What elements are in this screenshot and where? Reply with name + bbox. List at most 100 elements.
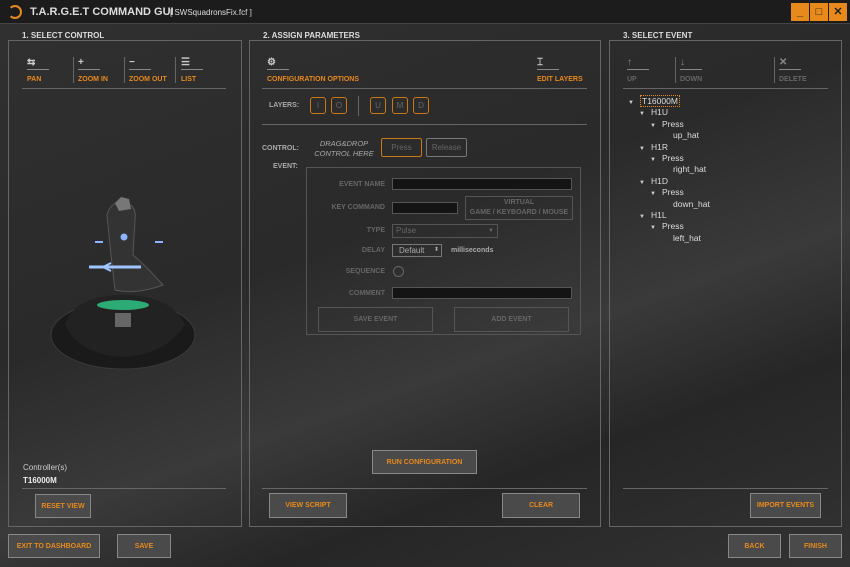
release-button[interactable]: Release	[426, 138, 467, 157]
zoom-out-label: ZOOM OUT	[129, 76, 167, 83]
tree-label: Press	[662, 221, 684, 232]
tree-node-hat[interactable]: ▼ H1D	[628, 176, 710, 187]
layer-d-button[interactable]: D	[413, 97, 429, 114]
layers-label: LAYERS:	[269, 102, 300, 109]
tree-label: H1L	[651, 209, 667, 220]
divider	[262, 124, 587, 125]
event-tree[interactable]: ▼ T16000M ▼ H1U ▼ Press up_hat ▼ H1R ▼ Press …	[628, 95, 710, 244]
edit-layers-icon: ⌶	[537, 57, 559, 70]
view-script-button[interactable]: VIEW SCRIPT	[269, 493, 347, 518]
tree-label: H1R	[651, 141, 669, 152]
chevron-down-icon: ▼	[488, 228, 494, 234]
virtual-input-button[interactable]: VIRTUAL GAME / KEYBOARD / MOUSE	[465, 196, 573, 220]
tree-label: H1D	[651, 175, 669, 186]
tree-node-key[interactable]: down_hat	[628, 199, 710, 210]
divider	[623, 488, 828, 489]
drag-drop-text: CONTROL HERE	[314, 149, 374, 158]
tree-node-hat[interactable]: ▼ H1R	[628, 142, 710, 153]
down-button[interactable]: ↓ DOWN	[680, 57, 702, 83]
minimize-button[interactable]: _	[791, 3, 809, 21]
event-label: EVENT:	[273, 163, 298, 170]
configuration-options-button[interactable]: ⚙ CONFIGURATION OPTIONS	[267, 57, 359, 83]
save-event-button[interactable]: SAVE EVENT	[318, 307, 433, 332]
key-command-label: KEY COMMAND	[331, 204, 385, 211]
layer-o-button[interactable]: O	[331, 97, 347, 114]
maximize-button[interactable]: □	[810, 3, 828, 21]
comment-input[interactable]	[392, 287, 572, 299]
comment-label: COMMENT	[348, 290, 385, 297]
key-command-input[interactable]	[392, 202, 458, 214]
arrow-up-icon: ↑	[627, 57, 649, 70]
controller-name: T16000M	[23, 476, 57, 485]
add-event-button[interactable]: ADD EVENT	[454, 307, 569, 332]
select-event-heading: 3. SELECT EVENT	[623, 31, 693, 40]
expand-icon[interactable]: ▼	[650, 223, 662, 234]
configuration-options-label: CONFIGURATION OPTIONS	[267, 76, 360, 83]
press-button[interactable]: Press	[381, 138, 422, 157]
event-name-label: EVENT NAME	[339, 181, 385, 188]
tree-node-key[interactable]: left_hat	[628, 233, 710, 244]
delay-value: Default	[399, 246, 425, 255]
divider	[774, 57, 775, 83]
import-events-button[interactable]: IMPORT EVENTS	[750, 493, 821, 518]
tree-label: up_hat	[673, 130, 699, 141]
divider	[623, 88, 828, 89]
edit-layers-button[interactable]: ⌶ EDIT LAYERS	[537, 57, 583, 83]
delay-spinner[interactable]: Default ⬍	[392, 244, 442, 257]
app-title: T.A.R.G.E.T COMMAND GUI	[30, 6, 174, 18]
drag-drop-target[interactable]: DRAG&DROP CONTROL HERE	[310, 139, 378, 159]
tree-node-hat[interactable]: ▼ H1U	[628, 107, 710, 118]
save-button[interactable]: SAVE	[117, 534, 171, 558]
tree-label: H1U	[651, 107, 669, 118]
tree-node-root[interactable]: ▼ T16000M	[628, 95, 710, 107]
tree-label: Press	[662, 118, 684, 129]
pan-button[interactable]: ⇆ PAN	[27, 57, 49, 83]
divider	[175, 57, 176, 83]
layer-i-button[interactable]: I	[310, 97, 326, 114]
select-control-heading: 1. SELECT CONTROL	[22, 31, 105, 40]
divider	[22, 88, 226, 89]
arrow-down-icon: ↓	[680, 57, 702, 70]
close-button[interactable]: ✕	[829, 3, 847, 21]
pan-icon: ⇆	[27, 57, 49, 70]
expand-icon[interactable]: ▼	[650, 189, 662, 200]
sequence-label: SEQUENCE	[345, 268, 385, 275]
divider	[124, 57, 125, 83]
delete-label: DELETE	[779, 76, 807, 83]
spinner-arrows-icon[interactable]: ⬍	[434, 245, 439, 256]
layer-m-button[interactable]: M	[392, 97, 408, 114]
expand-icon[interactable]: ▼	[650, 155, 662, 166]
up-button[interactable]: ↑ UP	[627, 57, 649, 83]
joystick-model[interactable]	[45, 195, 205, 375]
sequence-radio[interactable]	[393, 266, 404, 277]
tree-label: Press	[662, 187, 684, 198]
tree-node-key[interactable]: up_hat	[628, 130, 710, 141]
divider	[675, 57, 676, 83]
divider	[262, 88, 587, 89]
tree-node-hat[interactable]: ▼ H1L	[628, 210, 710, 221]
reset-view-button[interactable]: RESET VIEW	[35, 494, 91, 518]
type-select[interactable]: Pulse ▼	[392, 224, 498, 238]
exit-to-dashboard-button[interactable]: EXIT TO DASHBOARD	[8, 534, 100, 558]
divider	[358, 96, 359, 116]
zoom-out-button[interactable]: − ZOOM OUT	[129, 57, 167, 83]
assign-parameters-heading: 2. ASSIGN PARAMETERS	[263, 31, 360, 40]
event-name-input[interactable]	[392, 178, 572, 190]
divider	[73, 57, 74, 83]
up-label: UP	[627, 76, 637, 83]
plus-icon: +	[78, 57, 100, 70]
zoom-in-button[interactable]: + ZOOM IN	[78, 57, 108, 83]
expand-icon[interactable]: ▼	[650, 121, 662, 132]
clear-button[interactable]: CLEAR	[502, 493, 580, 518]
delete-button[interactable]: ✕ DELETE	[779, 57, 807, 83]
list-button[interactable]: ☰ LIST	[181, 57, 203, 83]
controllers-label: Controller(s)	[23, 463, 68, 472]
layer-u-button[interactable]: U	[370, 97, 386, 114]
tree-label: down_hat	[673, 198, 710, 209]
run-configuration-button[interactable]: RUN CONFIGURATION	[372, 450, 477, 474]
tree-node-key[interactable]: right_hat	[628, 164, 710, 175]
zoom-in-label: ZOOM IN	[78, 76, 108, 83]
finish-button[interactable]: FINISH	[789, 534, 842, 558]
divider	[262, 488, 587, 489]
back-button[interactable]: BACK	[728, 534, 781, 558]
